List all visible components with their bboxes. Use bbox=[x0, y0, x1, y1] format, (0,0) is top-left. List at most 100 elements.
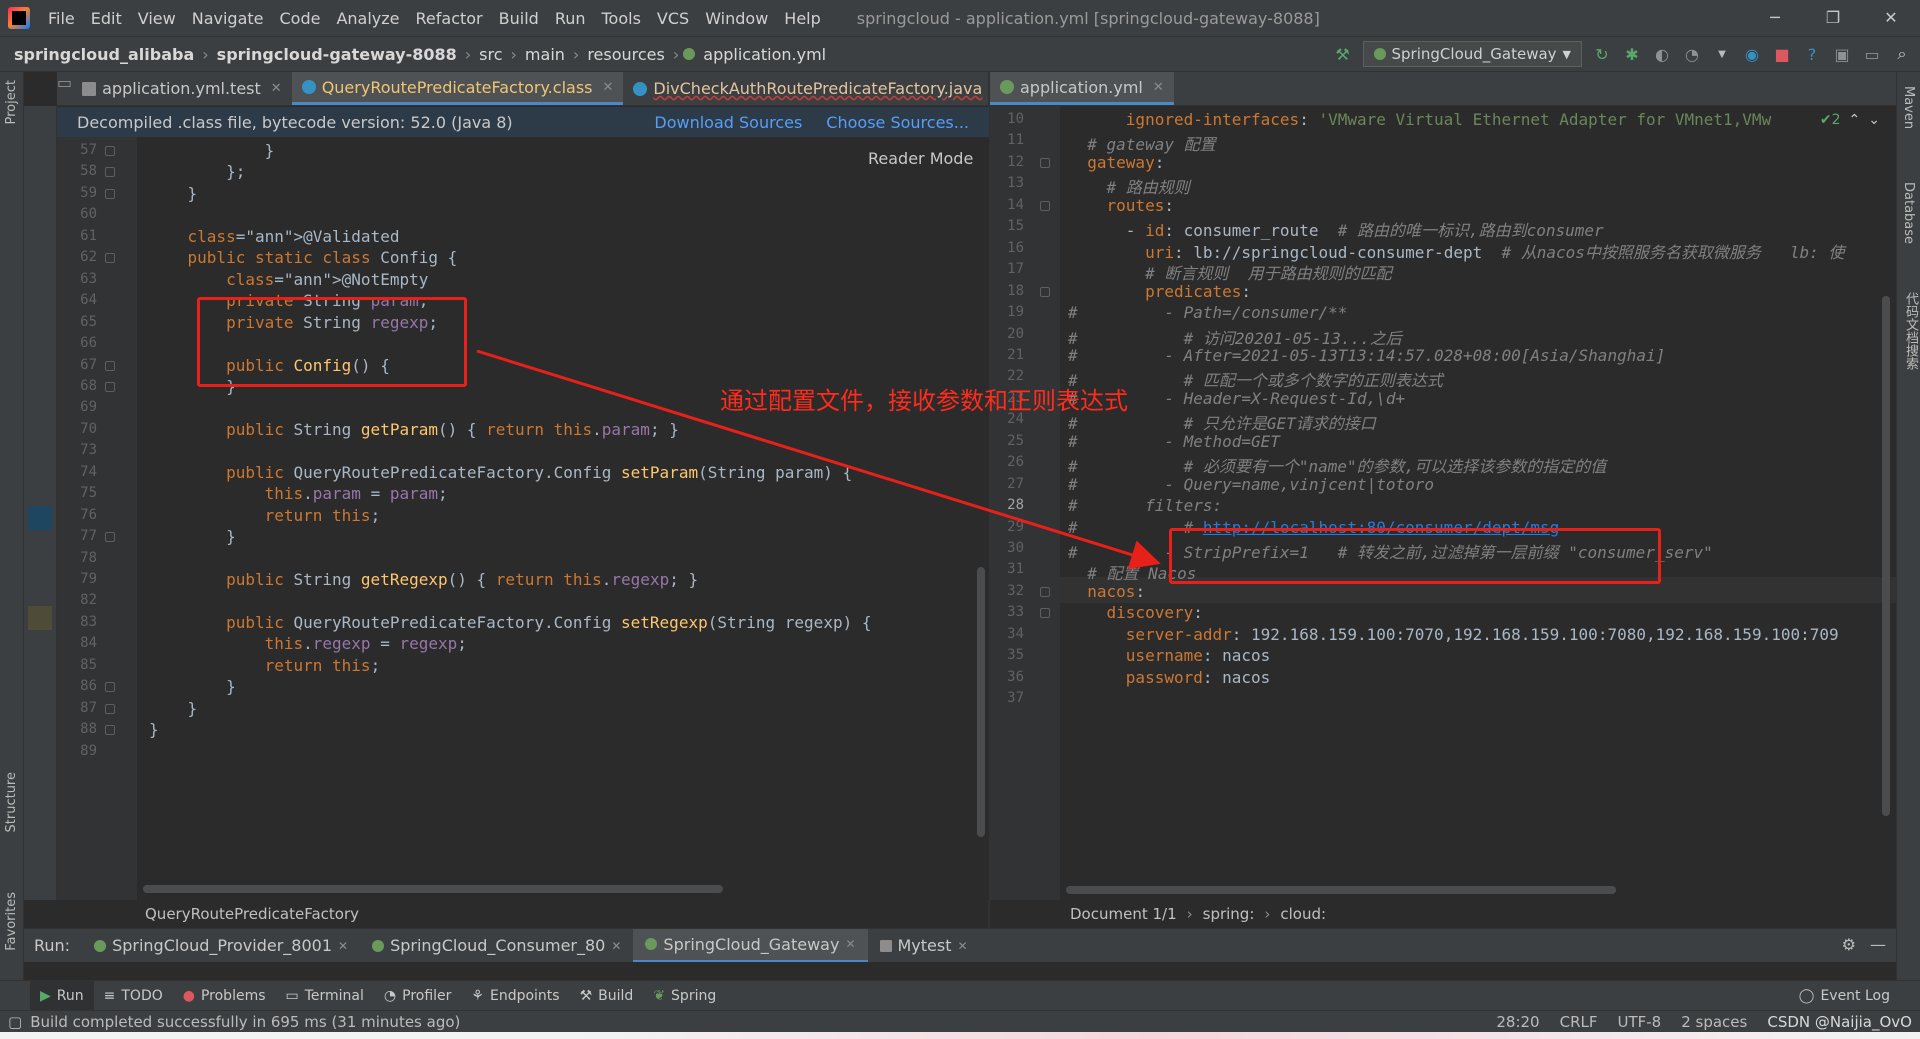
menu-file[interactable]: File bbox=[40, 9, 83, 28]
choose-sources-link[interactable]: Choose Sources... bbox=[826, 113, 969, 132]
layout-icon[interactable]: ▭ bbox=[1862, 44, 1882, 64]
menu-help[interactable]: Help bbox=[776, 9, 828, 28]
breadcrumb-src[interactable]: src bbox=[475, 45, 506, 64]
tab-application-yml[interactable]: application.yml ✕ bbox=[990, 72, 1174, 105]
event-log-button[interactable]: ◯ Event Log bbox=[1799, 981, 1890, 1011]
breadcrumb-spring[interactable]: spring: bbox=[1203, 905, 1255, 923]
build-hammer-icon[interactable]: ⚒ bbox=[1333, 44, 1353, 64]
close-icon[interactable]: ✕ bbox=[958, 939, 968, 953]
close-icon[interactable]: ✕ bbox=[845, 937, 855, 951]
todo-tool-button[interactable]: ≡ TODO bbox=[94, 981, 173, 1011]
menu-tools[interactable]: Tools bbox=[594, 9, 649, 28]
run-tab-gateway[interactable]: SpringCloud_Gateway ✕ bbox=[633, 928, 868, 963]
tab-application-yml-test[interactable]: application.yml.test ✕ bbox=[72, 72, 292, 105]
indent-setting[interactable]: 2 spaces bbox=[1681, 1013, 1747, 1031]
breadcrumb-module[interactable]: springcloud-gateway-8088 bbox=[213, 45, 461, 64]
horizontal-scrollbar[interactable] bbox=[1066, 886, 1616, 894]
chevron-up-icon[interactable]: ⌃ bbox=[1849, 112, 1861, 128]
menu-code[interactable]: Code bbox=[272, 9, 329, 28]
breadcrumb-class[interactable]: QueryRoutePredicateFactory bbox=[145, 905, 359, 923]
problems-tool-button[interactable]: ● Problems bbox=[173, 981, 276, 1011]
close-icon[interactable]: ✕ bbox=[271, 81, 282, 96]
menu-vcs[interactable]: VCS bbox=[649, 9, 697, 28]
run-tab-mytest[interactable]: Mytest ✕ bbox=[868, 929, 980, 963]
fold-marker-icon[interactable] bbox=[1040, 608, 1050, 619]
close-icon[interactable]: ✕ bbox=[611, 939, 621, 953]
horizontal-scrollbar[interactable] bbox=[143, 885, 723, 893]
line-separator[interactable]: CRLF bbox=[1560, 1013, 1598, 1031]
minimize-button[interactable]: ─ bbox=[1746, 0, 1804, 36]
fold-marker-icon[interactable] bbox=[1040, 157, 1050, 168]
breadcrumb-document[interactable]: Document 1/1 bbox=[1070, 905, 1177, 923]
vertical-scrollbar[interactable] bbox=[977, 567, 985, 837]
close-icon[interactable]: ✕ bbox=[1153, 80, 1164, 95]
attach-debugger-icon[interactable]: ◉ bbox=[1742, 44, 1762, 64]
menu-edit[interactable]: Edit bbox=[83, 9, 130, 28]
profiler-tool-button[interactable]: ◔ Profiler bbox=[374, 981, 462, 1011]
debug-bug-icon[interactable]: ✱ bbox=[1622, 44, 1642, 64]
maven-tool-button[interactable]: Maven bbox=[1901, 86, 1916, 129]
fold-marker-icon[interactable] bbox=[105, 703, 115, 714]
spring-tool-button[interactable]: ❦ Spring bbox=[643, 981, 726, 1011]
menu-view[interactable]: View bbox=[130, 9, 184, 28]
fold-marker-icon[interactable] bbox=[105, 360, 115, 371]
menu-analyze[interactable]: Analyze bbox=[328, 9, 407, 28]
caret-position[interactable]: 28:20 bbox=[1496, 1013, 1539, 1031]
favorites-tool-button[interactable]: Favorites bbox=[4, 892, 19, 951]
build-tool-button[interactable]: ⚒ Build bbox=[570, 981, 644, 1011]
structure-tool-button[interactable]: Structure bbox=[4, 772, 19, 832]
close-window-button[interactable]: ✕ bbox=[1862, 0, 1920, 36]
vertical-scrollbar[interactable] bbox=[1882, 296, 1890, 816]
tab-div-check-auth[interactable]: DivCheckAuthRoutePredicateFactory.java ✕ bbox=[623, 72, 1013, 105]
run-tab-consumer[interactable]: SpringCloud_Consumer_80 ✕ bbox=[360, 929, 633, 963]
chevron-down-icon[interactable]: ▼ bbox=[1712, 44, 1732, 64]
coverage-icon[interactable]: ◐ bbox=[1652, 44, 1672, 64]
fold-marker-icon[interactable] bbox=[1040, 200, 1050, 211]
download-sources-link[interactable]: Download Sources bbox=[654, 113, 802, 132]
fold-marker-icon[interactable] bbox=[105, 682, 115, 693]
stop-icon[interactable]: ■ bbox=[1772, 44, 1792, 64]
breadcrumb-project[interactable]: springcloud_alibaba bbox=[10, 45, 198, 64]
reader-mode-button[interactable]: Reader Mode bbox=[868, 149, 973, 168]
gear-icon[interactable]: ⚙ bbox=[1842, 935, 1856, 954]
fold-marker-icon[interactable] bbox=[105, 188, 115, 199]
endpoints-tool-button[interactable]: ⚘ Endpoints bbox=[461, 981, 569, 1011]
fold-marker-icon[interactable] bbox=[105, 253, 115, 264]
database-tool-button[interactable]: Database bbox=[1901, 182, 1916, 244]
breadcrumb-cloud[interactable]: cloud: bbox=[1280, 905, 1326, 923]
fold-marker-icon[interactable] bbox=[1040, 586, 1050, 597]
fold-marker-icon[interactable] bbox=[105, 532, 115, 543]
close-icon[interactable]: ✕ bbox=[338, 939, 348, 953]
search-icon[interactable]: ⌕ bbox=[1892, 44, 1912, 64]
fold-marker-icon[interactable] bbox=[105, 167, 115, 178]
menu-refactor[interactable]: Refactor bbox=[408, 9, 491, 28]
fold-marker-icon[interactable] bbox=[105, 725, 115, 736]
run-tool-button[interactable]: ▶ Run bbox=[30, 980, 94, 1011]
java-editor[interactable]: 57 } 58 }; 59 } 60 61 class="ann">@Validated… bbox=[57, 137, 989, 900]
run-tab-provider[interactable]: SpringCloud_Provider_8001 ✕ bbox=[82, 929, 360, 963]
project-structure-icon[interactable]: ▣ bbox=[1832, 44, 1852, 64]
help-icon[interactable]: ? bbox=[1802, 44, 1822, 64]
run-configuration-select[interactable]: SpringCloud_Gateway ▼ bbox=[1362, 41, 1582, 67]
doc-search-tool-button[interactable]: 代码文档搜索 bbox=[1901, 292, 1920, 370]
file-encoding[interactable]: UTF-8 bbox=[1617, 1013, 1661, 1031]
project-tool-button[interactable]: Project bbox=[4, 80, 19, 124]
rerun-icon[interactable]: ↻ bbox=[1592, 44, 1612, 64]
fold-marker-icon[interactable] bbox=[105, 146, 115, 156]
breadcrumb-file[interactable]: application.yml bbox=[699, 45, 830, 64]
breadcrumb-resources[interactable]: resources bbox=[583, 45, 669, 64]
fold-marker-icon[interactable] bbox=[1040, 286, 1050, 297]
menu-run[interactable]: Run bbox=[547, 9, 594, 28]
menu-navigate[interactable]: Navigate bbox=[184, 9, 272, 28]
menu-window[interactable]: Window bbox=[697, 9, 776, 28]
run-console-area[interactable] bbox=[24, 962, 1896, 980]
close-icon[interactable]: ✕ bbox=[602, 80, 613, 95]
chevron-down-icon[interactable]: ⌄ bbox=[1868, 112, 1880, 128]
inspection-widget[interactable]: ✔2 ⌃ ⌄ bbox=[1815, 112, 1884, 128]
fold-marker-icon[interactable] bbox=[105, 381, 115, 392]
editor-settings-icon[interactable]: ▭ bbox=[57, 72, 72, 92]
menu-build[interactable]: Build bbox=[491, 9, 547, 28]
breadcrumb-main[interactable]: main bbox=[521, 45, 569, 64]
status-window-icon[interactable]: ▢ bbox=[8, 1013, 22, 1031]
terminal-tool-button[interactable]: ▭ Terminal bbox=[276, 981, 374, 1011]
